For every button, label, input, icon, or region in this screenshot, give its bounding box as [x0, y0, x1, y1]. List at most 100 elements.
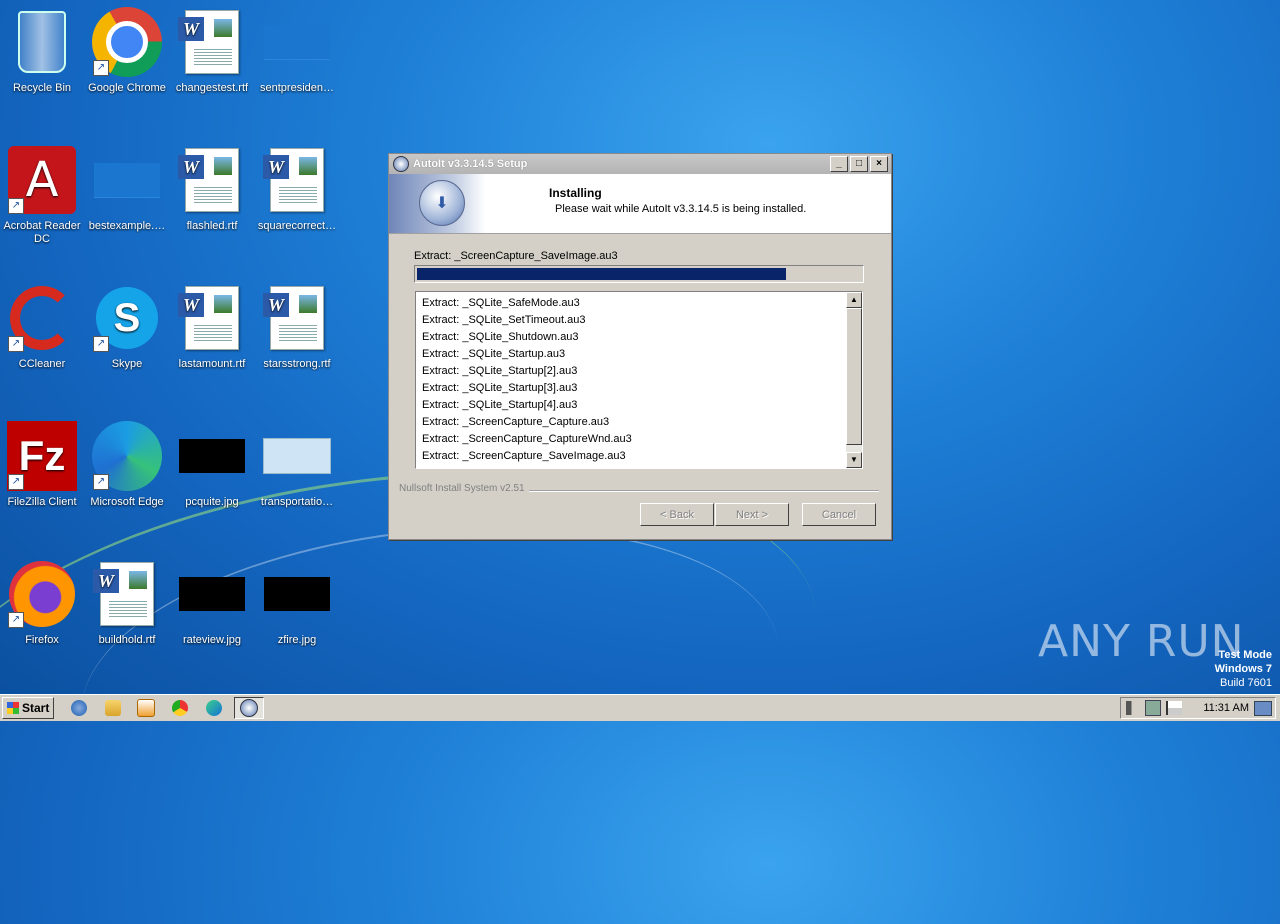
log-entry: Extract: _SQLite_Startup[3].au3	[422, 382, 578, 394]
desktop-icon-word-doc[interactable]: Wflashled.rtf	[170, 144, 254, 233]
log-entry: Extract: _ScreenCapture_CaptureWnd.au3	[422, 433, 632, 445]
desktop-icon-label: sentpresiden…	[260, 82, 334, 94]
desktop-icon-label: Skype	[111, 358, 143, 370]
scroll-down-button[interactable]: ▼	[846, 452, 862, 468]
desktop-icon-blank-thumb[interactable]: sentpresiden…	[255, 6, 339, 95]
word-doc-icon: W	[261, 282, 333, 354]
install-disc-icon: ⬇	[419, 180, 465, 226]
branding-text: Nullsoft Install System v2.51	[399, 483, 529, 494]
desktop-icon-label: lastamount.rtf	[178, 358, 246, 370]
desktop-icon-label: starsstrong.rtf	[263, 358, 331, 370]
chrome-icon[interactable]	[169, 698, 191, 718]
desktop-icon-black-thumb[interactable]: zfire.jpg	[255, 558, 339, 647]
desktop-icon-word-doc[interactable]: Wsquarecorrect…	[255, 144, 339, 233]
desktop-icon-label: rateview.jpg	[182, 634, 242, 646]
log-entry: Extract: _ScreenCapture_SaveImage.au3	[422, 450, 626, 462]
start-button[interactable]: Start	[2, 697, 54, 719]
desktop-icon-label: pcquite.jpg	[185, 496, 239, 508]
header-title: Installing	[549, 186, 602, 200]
black-thumb-icon	[176, 558, 248, 630]
maximize-button[interactable]: □	[850, 156, 868, 172]
desktop-icon-filezilla[interactable]: Fz ↗ FileZilla Client	[0, 420, 84, 509]
black-thumb-icon	[261, 558, 333, 630]
back-button[interactable]: < Back	[640, 503, 714, 526]
network-icon[interactable]	[1145, 700, 1161, 716]
desktop-icon-label: Acrobat Reader DC	[3, 220, 81, 245]
explorer-icon[interactable]	[102, 698, 124, 718]
filezilla-icon: Fz ↗	[6, 420, 78, 492]
desktop-icon-label: buildhold.rtf	[98, 634, 156, 646]
desktop-icon-label: Google Chrome	[88, 82, 166, 94]
dialog-titlebar[interactable]: AutoIt v3.3.14.5 Setup _ □ ×	[389, 154, 891, 174]
desktop-icon-label: bestexample.…	[88, 220, 166, 232]
word-doc-icon: W	[176, 144, 248, 216]
desktop-icon-label: squarecorrect…	[257, 220, 337, 232]
desktop-icon-edge[interactable]: ↗ Microsoft Edge	[85, 420, 169, 509]
word-doc-icon: W	[176, 282, 248, 354]
volume-icon[interactable]	[1126, 701, 1140, 715]
scroll-thumb[interactable]	[846, 308, 862, 445]
action-center-flag-icon[interactable]	[1166, 701, 1182, 715]
edge-icon: ↗	[91, 420, 163, 492]
system-tray: 11:31 AM	[1120, 697, 1276, 719]
chrome-icon: ↗	[91, 6, 163, 78]
ie-icon[interactable]	[68, 698, 90, 718]
clock[interactable]: 11:31 AM	[1203, 702, 1249, 714]
taskbar: Start 11:31 AM	[0, 694, 1280, 721]
desktop-icon-skype[interactable]: S ↗ Skype	[85, 282, 169, 371]
log-entry: Extract: _ScreenCapture_Capture.au3	[422, 416, 610, 428]
details-log[interactable]: Extract: _SQLite_SafeMode.au3 Extract: _S…	[415, 291, 863, 469]
desktop-icon-acrobat[interactable]: A ↗ Acrobat Reader DC	[0, 144, 84, 246]
shortcut-arrow-icon: ↗	[93, 336, 109, 352]
shortcut-arrow-icon: ↗	[93, 474, 109, 490]
log-scrollbar[interactable]: ▲ ▼	[846, 292, 862, 468]
desktop-icon-ccleaner[interactable]: ↗ CCleaner	[0, 282, 84, 371]
watermark-line2: Windows 7	[1214, 663, 1272, 675]
firefox-icon: ↗	[6, 558, 78, 630]
show-desktop-button[interactable]	[1254, 701, 1272, 716]
ccleaner-icon: ↗	[6, 282, 78, 354]
taskbar-autoit-setup[interactable]	[234, 697, 264, 719]
skype-icon: S ↗	[91, 282, 163, 354]
desktop-icon-word-doc[interactable]: Wstarsstrong.rtf	[255, 282, 339, 371]
desktop-icon-label: transportatio…	[260, 496, 334, 508]
desktop-icon-label: flashled.rtf	[186, 220, 238, 232]
blank-thumb-icon	[91, 144, 163, 216]
desktop-icon-label: CCleaner	[18, 358, 66, 370]
desktop-icon-label: Recycle Bin	[12, 82, 72, 94]
desktop-icon-word-doc[interactable]: Wchangestest.rtf	[170, 6, 254, 95]
log-entry: Extract: _SQLite_SafeMode.au3	[422, 297, 580, 309]
scroll-up-button[interactable]: ▲	[846, 292, 862, 308]
windows-flag-icon	[7, 702, 19, 714]
shortcut-arrow-icon: ↗	[8, 612, 24, 628]
installer-banner: ⬇	[389, 174, 485, 233]
autoit-setup-icon	[240, 699, 258, 717]
log-entry: Extract: _SQLite_SetTimeout.au3	[422, 314, 586, 326]
next-button[interactable]: Next >	[715, 503, 789, 526]
cancel-button[interactable]: Cancel	[802, 503, 876, 526]
shortcut-arrow-icon: ↗	[8, 336, 24, 352]
media-player-icon[interactable]	[135, 698, 157, 718]
install-progress-bar	[414, 265, 864, 283]
white-thumb-icon	[261, 420, 333, 492]
log-entry: Extract: _SQLite_Shutdown.au3	[422, 331, 579, 343]
close-button[interactable]: ×	[870, 156, 888, 172]
log-entry: Extract: _SQLite_Startup[2].au3	[422, 365, 578, 377]
desktop-icon-chrome[interactable]: ↗ Google Chrome	[85, 6, 169, 95]
current-action-label: Extract: _ScreenCapture_SaveImage.au3	[414, 250, 618, 262]
header-subtitle: Please wait while AutoIt v3.3.14.5 is be…	[555, 203, 807, 215]
desktop-icon-blank-thumb[interactable]: bestexample.…	[85, 144, 169, 233]
edge-icon[interactable]	[203, 698, 225, 718]
minimize-button[interactable]: _	[830, 156, 848, 172]
desktop-icon-word-doc[interactable]: Wbuildhold.rtf	[85, 558, 169, 647]
desktop-icon-black-thumb[interactable]: rateview.jpg	[170, 558, 254, 647]
desktop-icon-recycle-bin[interactable]: Recycle Bin	[0, 6, 84, 95]
word-doc-icon: W	[261, 144, 333, 216]
desktop-icon-firefox[interactable]: ↗ Firefox	[0, 558, 84, 647]
desktop-icon-word-doc[interactable]: Wlastamount.rtf	[170, 282, 254, 371]
log-entry: Extract: _SQLite_Startup[4].au3	[422, 399, 578, 411]
dialog-header: ⬇ Installing Please wait while AutoIt v3…	[389, 174, 891, 234]
log-entry: Extract: _SQLite_Startup.au3	[422, 348, 566, 360]
desktop-icon-white-thumb[interactable]: transportatio…	[255, 420, 339, 509]
desktop-icon-black-thumb[interactable]: pcquite.jpg	[170, 420, 254, 509]
